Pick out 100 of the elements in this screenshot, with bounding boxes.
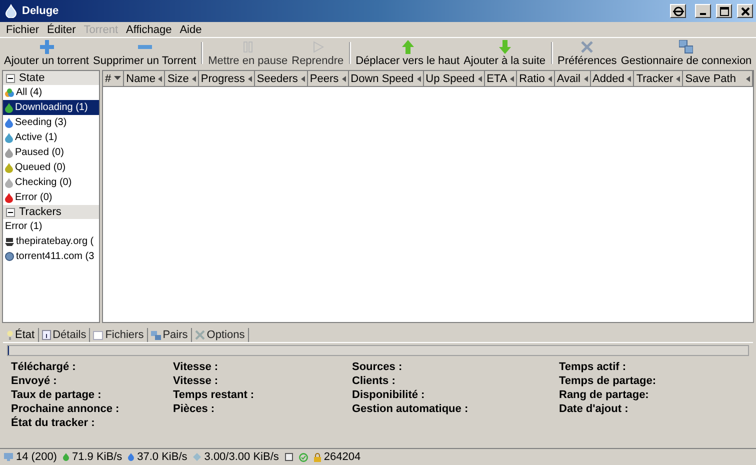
column-header[interactable]: Avail [554,71,590,86]
sort-left-icon [416,76,421,82]
collapse-icon [6,74,15,82]
sidebar-item[interactable]: Error (1) [3,219,99,234]
play-icon [310,40,325,54]
menu-item[interactable]: Éditer [47,24,76,36]
pin-icon [672,6,684,16]
field-label: Temps restant : [173,388,256,402]
status-text: 3.00/3.00 KiB/s [204,451,279,463]
sidebar-item[interactable]: All (4) [3,85,99,100]
sort-left-icon [746,76,750,82]
tab[interactable]: Fichiers [90,328,148,342]
field-label: Vitesse : [173,374,220,388]
tab[interactable]: Options [192,328,249,342]
computers-icon [150,330,161,340]
field-label: Rang de partage: [559,388,650,402]
status-text: 71.9 KiB/s [72,451,122,463]
sidebar-item[interactable]: thepiratebay.org ( [3,234,99,249]
menu-item[interactable]: Affichage [126,24,172,36]
menu-item[interactable]: Fichier [6,24,40,36]
sidebar-item[interactable]: Seeding (3) [3,115,99,130]
group-header[interactable]: State [3,71,99,85]
column-header[interactable]: Tracker [634,71,684,86]
sort-left-icon [478,76,482,82]
field-label: Gestion automatique : [352,402,470,416]
ship-icon [5,237,14,246]
drop-icon [62,453,69,461]
toolbar-button[interactable]: Ajouter à la suite [462,38,548,68]
computers-icon [679,40,694,54]
pin-button[interactable] [670,4,686,18]
column-header[interactable]: Down Speed [348,71,424,86]
document-icon [93,330,104,340]
pause-icon [240,40,255,54]
plus-icon [40,40,54,54]
globe-icon [5,252,14,261]
column-header[interactable]: Peers [308,71,349,86]
field-label: État du tracker : [11,416,96,430]
sidebar-item[interactable]: torrent411.com (3 [3,249,99,264]
field-label: Pièces : [173,402,216,416]
network-icon [4,453,13,461]
sort-left-icon [548,76,552,82]
status-text: 264204 [324,451,361,463]
sidebar-item[interactable]: Active (1) [3,130,99,145]
sort-left-icon [627,76,632,82]
tab[interactable]: Détails [38,328,90,342]
field-label: Envoyé : [11,374,58,388]
close-icon [740,6,750,16]
drop-icon [5,4,17,18]
close-button[interactable] [737,4,753,18]
sort-left-icon [248,76,252,82]
column-header[interactable]: # [103,71,124,86]
column-header[interactable]: Ratio [517,71,555,86]
toolbar-button[interactable]: Supprimer un Torrent [91,38,198,68]
sort-left-icon [584,76,588,82]
toolbar-button[interactable]: Préférences [556,38,619,68]
sort-left-icon [158,76,162,82]
field-label: Date d'ajout : [559,402,630,416]
sort-left-icon [300,76,305,82]
window-title: Deluge [22,5,59,17]
maximize-button[interactable] [716,4,732,18]
field-label: Sources : [352,360,404,374]
field-label: Disponibilité : [352,388,426,402]
down-arrow-icon [498,40,512,54]
field-label: Temps actif : [559,360,628,374]
menu-item[interactable]: Aide [180,24,202,36]
sort-left-icon [510,76,514,82]
sort-left-icon [192,76,196,82]
sort-down-icon [114,76,122,81]
sidebar-item[interactable]: Queued (0) [3,160,99,175]
maximize-icon [720,6,728,16]
column-header[interactable]: Size [165,71,199,86]
column-header[interactable]: Up Speed [424,71,485,86]
field-label: Vitesse : [173,360,220,374]
status-text: 37.0 KiB/s [137,451,188,463]
sidebar-item[interactable]: Error (0) [3,190,99,205]
sort-left-icon [342,76,346,82]
toolbar-button[interactable]: Déplacer vers le haut [354,38,462,68]
column-header[interactable]: Seeders [254,71,308,86]
column-header[interactable]: ETA [484,71,518,86]
drop-icon [128,453,134,461]
status-text: 14 (200) [16,451,57,463]
sort-left-icon [676,76,680,82]
toolbar-button[interactable]: Ajouter un torrent [2,38,91,68]
field-label: Clients : [352,374,396,388]
sidebar-item[interactable]: Downloading (1) [3,100,99,115]
column-header[interactable]: Progress [198,71,255,86]
column-header[interactable]: Save Path [683,71,753,86]
sidebar-item[interactable]: Checking (0) [3,175,99,190]
column-header[interactable]: Name [124,71,166,86]
group-header[interactable]: Trackers [3,205,99,219]
tab[interactable]: Pairs [148,328,192,342]
check-circle-icon [298,452,308,462]
toolbar-button[interactable]: Gestionnaire de connexion [618,38,754,68]
sidebar-item[interactable]: Paused (0) [3,145,99,160]
info-icon [42,330,51,340]
tab[interactable]: État [4,328,39,342]
minimize-button[interactable] [695,4,711,18]
column-header[interactable]: Added [590,71,634,86]
collapse-icon [6,208,15,216]
lock-icon [314,452,321,462]
